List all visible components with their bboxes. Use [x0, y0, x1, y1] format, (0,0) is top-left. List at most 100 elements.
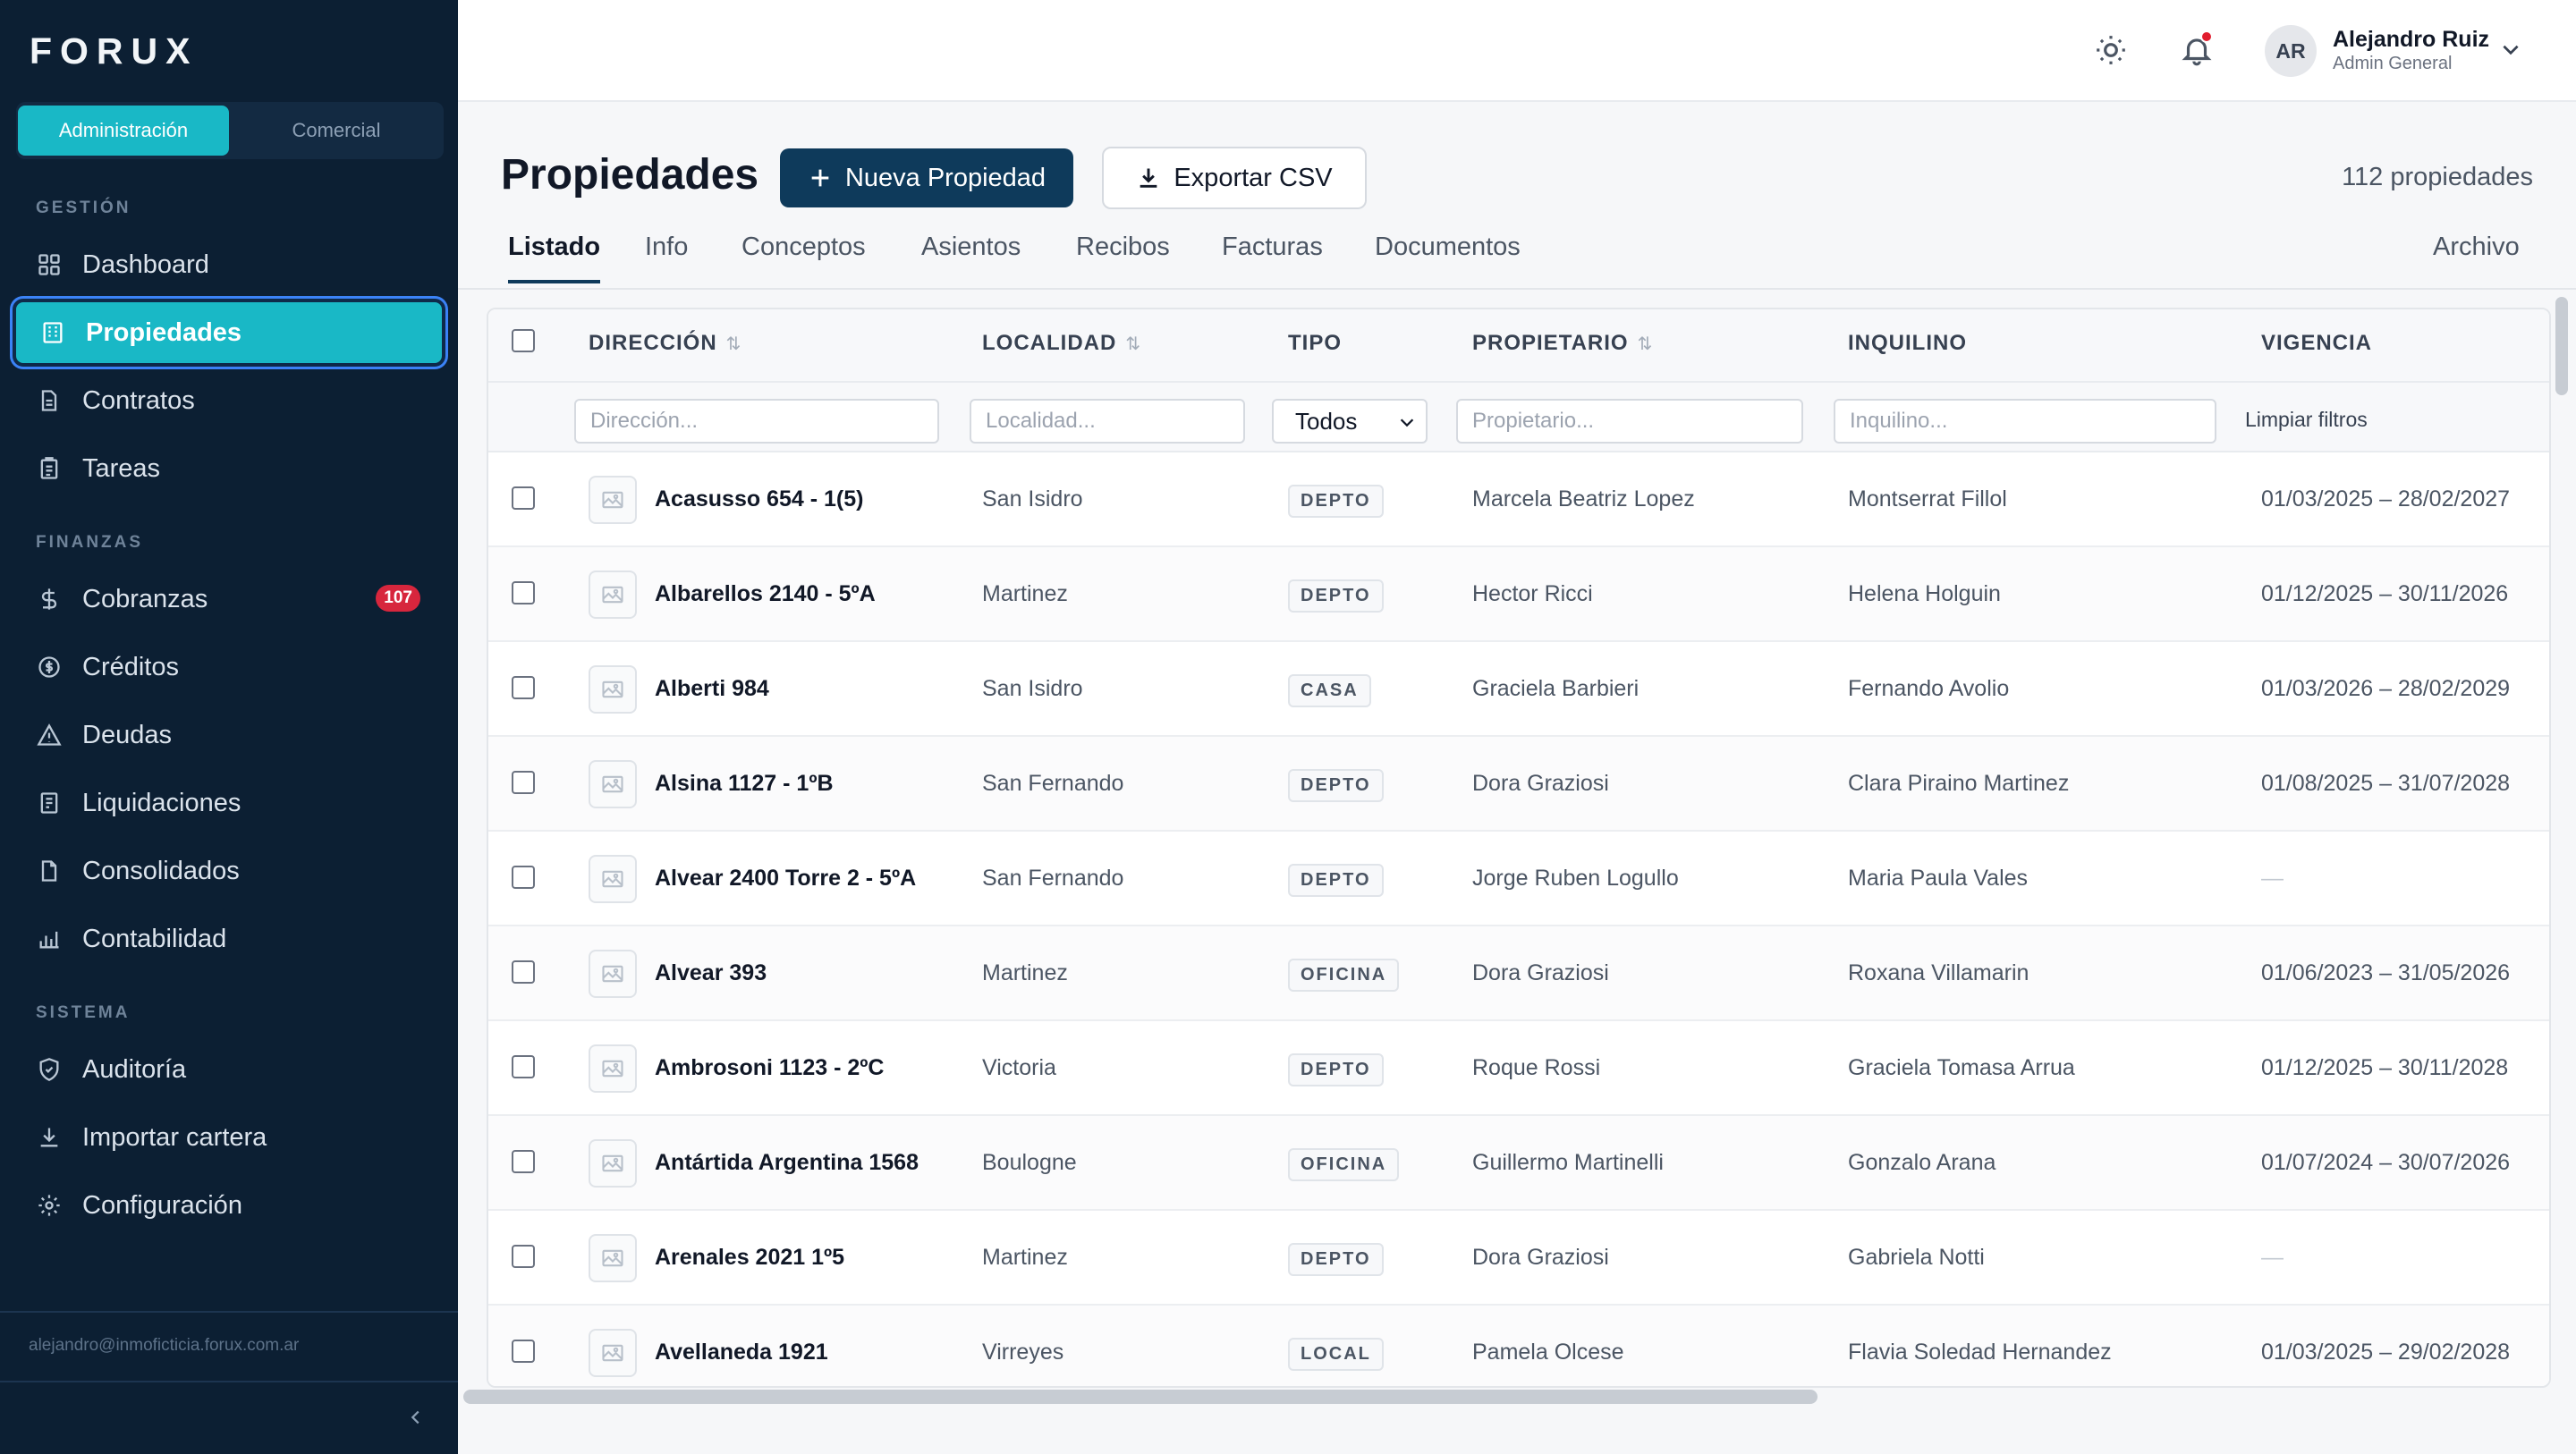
table-row[interactable]: Ambrosoni 1123 - 2ºC Victoria DEPTO Roqu… [488, 1021, 2549, 1116]
new-property-button[interactable]: Nueva Propiedad [780, 148, 1073, 207]
cell-tipo-badge: DEPTO [1288, 864, 1384, 897]
localidad-filter-input[interactable] [970, 399, 1245, 444]
tipo-filter-select[interactable]: Todos [1272, 399, 1428, 444]
sidebar-item-consolidados[interactable]: Consolidados [13, 837, 445, 905]
tab-recibos[interactable]: Recibos [1076, 232, 1170, 280]
sidebar-item-liquidaciones[interactable]: Liquidaciones [13, 769, 445, 837]
sidebar-item-contratos[interactable]: Contratos [13, 367, 445, 435]
image-placeholder-icon [602, 775, 623, 793]
table-row[interactable]: Alberti 984 San Isidro CASA Graciela Bar… [488, 642, 2549, 737]
cell-direccion[interactable]: Antártida Argentina 1568 [655, 1150, 919, 1176]
row-checkbox[interactable] [512, 1055, 535, 1078]
chevron-down-icon [2503, 45, 2519, 55]
propietario-filter-input[interactable] [1456, 399, 1803, 444]
column-propietario[interactable]: PROPIETARIO ⇅ [1472, 331, 1653, 356]
user-menu-button[interactable] [2499, 38, 2526, 64]
table-row[interactable]: Acasusso 654 - 1(5) San Isidro DEPTO Mar… [488, 452, 2549, 547]
sidebar-item-tareas[interactable]: Tareas [13, 435, 445, 503]
row-checkbox[interactable] [512, 676, 535, 699]
sidebar-item-importar-cartera[interactable]: Importar cartera [13, 1103, 445, 1171]
row-checkbox[interactable] [512, 866, 535, 889]
row-checkbox[interactable] [512, 771, 535, 794]
table-row[interactable]: Alsina 1127 - 1ºB San Fernando DEPTO Dor… [488, 737, 2549, 832]
cell-direccion[interactable]: Ambrosoni 1123 - 2ºC [655, 1055, 884, 1081]
document-icon [36, 387, 63, 414]
tab-facturas[interactable]: Facturas [1222, 232, 1323, 280]
column-localidad[interactable]: LOCALIDAD ⇅ [982, 331, 1141, 356]
table-row[interactable]: Alvear 393 Martinez OFICINA Dora Grazios… [488, 926, 2549, 1021]
section-sistema: SISTEMA [36, 1003, 131, 1022]
sidebar-item-label: Créditos [82, 652, 179, 681]
shield-icon [36, 1056, 63, 1083]
sidebar-item-creditos[interactable]: Créditos [13, 633, 445, 701]
select-all-checkbox[interactable] [512, 329, 535, 352]
tab-info[interactable]: Info [645, 232, 688, 280]
tab-archivo[interactable]: Archivo [2433, 232, 2520, 280]
row-checkbox[interactable] [512, 960, 535, 984]
cell-propietario: Pamela Olcese [1472, 1340, 1624, 1365]
cell-direccion[interactable]: Arenales 2021 1º5 [655, 1245, 844, 1271]
sidebar-item-deudas[interactable]: Deudas [13, 701, 445, 769]
cell-direccion[interactable]: Acasusso 654 - 1(5) [655, 486, 863, 512]
row-checkbox[interactable] [512, 486, 535, 510]
table-row[interactable]: Antártida Argentina 1568 Boulogne OFICIN… [488, 1116, 2549, 1211]
horizontal-scrollbar[interactable] [463, 1390, 1818, 1404]
cell-direccion[interactable]: Alvear 2400 Torre 2 - 5ºA [655, 866, 916, 892]
cell-direccion[interactable]: Alsina 1127 - 1ºB [655, 771, 834, 797]
table-row[interactable]: Albarellos 2140 - 5ºA Martinez DEPTO Hec… [488, 547, 2549, 642]
tab-documentos[interactable]: Documentos [1375, 232, 1521, 280]
sidebar-item-label: Propiedades [86, 317, 242, 347]
cell-direccion[interactable]: Alvear 393 [655, 960, 767, 986]
property-thumbnail [589, 571, 637, 619]
cell-vigencia: 01/06/2023 – 31/05/2026 [2261, 960, 2511, 985]
collapse-sidebar-button[interactable] [402, 1404, 429, 1431]
cell-inquilino: Helena Holguin [1848, 581, 2001, 606]
cell-vigencia: — [2261, 866, 2284, 891]
image-placeholder-icon [602, 1249, 623, 1267]
cell-direccion[interactable]: Alberti 984 [655, 676, 769, 702]
sidebar-item-contabilidad[interactable]: Contabilidad [13, 905, 445, 973]
cell-direccion[interactable]: Albarellos 2140 - 5ºA [655, 581, 876, 607]
row-checkbox[interactable] [512, 1340, 535, 1363]
export-csv-button[interactable]: Exportar CSV [1102, 147, 1367, 209]
column-direccion[interactable]: DIRECCIÓN ⇅ [589, 331, 741, 356]
dollar-icon [36, 586, 63, 613]
clear-filters-link[interactable]: Limpiar filtros [2245, 408, 2368, 432]
cell-localidad: Martinez [982, 1245, 1068, 1270]
tab-asientos[interactable]: Asientos [921, 232, 1021, 280]
segment-administracion[interactable]: Administración [18, 106, 229, 156]
row-checkbox[interactable] [512, 1245, 535, 1268]
table-row[interactable]: Arenales 2021 1º5 Martinez DEPTO Dora Gr… [488, 1211, 2549, 1306]
sidebar-item-configuracion[interactable]: Configuración [13, 1171, 445, 1239]
avatar[interactable]: AR [2265, 25, 2317, 77]
table-row[interactable]: Alvear 2400 Torre 2 - 5ºA San Fernando D… [488, 832, 2549, 926]
sidebar-item-label: Auditoría [82, 1054, 187, 1084]
sidebar-item-cobranzas[interactable]: Cobranzas 107 [13, 565, 445, 633]
sidebar-item-dashboard[interactable]: Dashboard [13, 231, 445, 299]
cell-propietario: Marcela Beatriz Lopez [1472, 486, 1695, 511]
mode-switch: Administración Comercial [16, 102, 444, 159]
cell-vigencia: — [2261, 1245, 2284, 1270]
cell-direccion[interactable]: Avellaneda 1921 [655, 1340, 828, 1365]
notifications-button[interactable] [2177, 30, 2216, 70]
plus-icon [811, 169, 829, 187]
segment-comercial[interactable]: Comercial [231, 106, 442, 156]
sidebar-item-propiedades[interactable]: Propiedades [13, 299, 445, 367]
tab-listado[interactable]: Listado [508, 232, 601, 283]
inquilino-filter-input[interactable] [1834, 399, 2216, 444]
clipboard-icon [36, 455, 63, 482]
table-row[interactable]: Avellaneda 1921 Virreyes LOCAL Pamela Ol… [488, 1306, 2549, 1386]
vertical-scrollbar[interactable] [2555, 297, 2568, 395]
row-checkbox[interactable] [512, 1150, 535, 1173]
sidebar-item-auditoria[interactable]: Auditoría [13, 1036, 445, 1103]
cell-localidad: Victoria [982, 1055, 1056, 1080]
row-checkbox[interactable] [512, 581, 535, 604]
direccion-filter-input[interactable] [574, 399, 939, 444]
column-label: LOCALIDAD [982, 331, 1117, 355]
theme-toggle-button[interactable] [2091, 30, 2131, 70]
tab-conceptos[interactable]: Conceptos [741, 232, 866, 280]
property-count: 112 propiedades [2342, 163, 2533, 191]
property-thumbnail [589, 760, 637, 808]
table-header: DIRECCIÓN ⇅ LOCALIDAD ⇅ TIPO PROPIETARIO ⇅ … [488, 309, 2549, 383]
topbar [458, 0, 2576, 102]
